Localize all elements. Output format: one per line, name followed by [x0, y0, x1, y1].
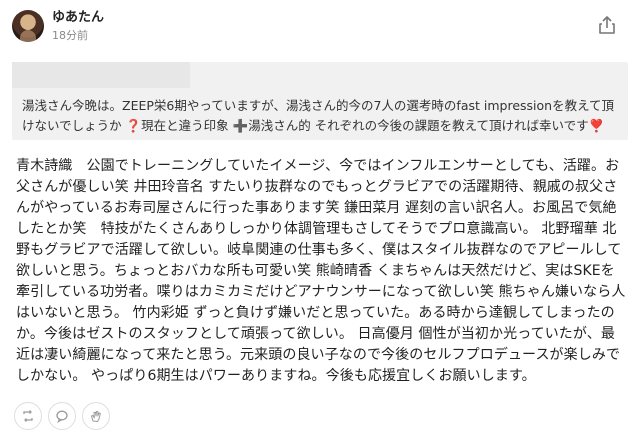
answer-text: 青木詩織 公園でトレーニングしていたイメージ、今ではインフルエンサーとしても、活…: [16, 158, 626, 384]
user-name[interactable]: ゆあたん: [52, 10, 104, 26]
post-header: ゆあたん 18分前: [12, 10, 628, 46]
question-text: 湯浅さん今晩は。ZEEP栄6期やっていますが、湯浅さん的今の7人の選考時のfas…: [22, 98, 614, 133]
question-box: 湯浅さん今晩は。ZEEP栄6期やっていますが、湯浅さん的今の7人の選考時のfas…: [12, 62, 628, 140]
retweet-icon: [23, 410, 33, 422]
clap-button[interactable]: [82, 402, 110, 430]
comment-button[interactable]: [48, 402, 76, 430]
post-time: 18分前: [52, 29, 88, 42]
retweet-button[interactable]: [14, 402, 42, 430]
share-icon: [599, 16, 615, 34]
action-bar: [14, 402, 134, 432]
share-button[interactable]: [596, 14, 618, 36]
question-header-placeholder: [12, 62, 190, 88]
comment-icon: [56, 410, 68, 423]
avatar[interactable]: [12, 10, 44, 42]
clap-icon: [91, 411, 101, 422]
